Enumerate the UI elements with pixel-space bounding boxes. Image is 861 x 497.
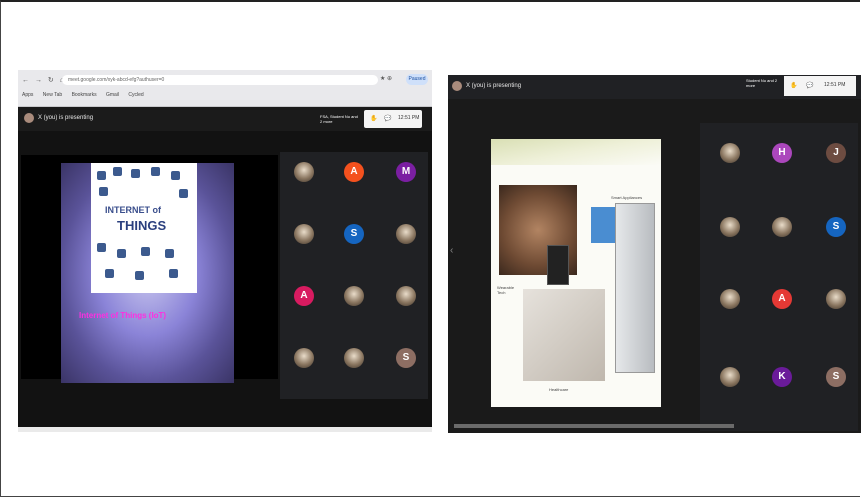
scrollbar-thumb[interactable] [454,424,734,428]
phone-icon [99,187,108,196]
iot-slide: INTERNET of THINGS Internet of Things (I… [61,163,234,383]
participant-photo-avatar[interactable] [344,286,364,306]
participant-name-chip: Student Nu and 2 more [746,78,778,88]
participant-grid: A M S A S [280,152,428,399]
tv-icon [97,243,106,252]
presenter-avatar [452,81,462,91]
participant-letter-avatar[interactable]: M [396,162,416,182]
bookmark-item[interactable]: New Tab [43,92,62,98]
bookmarks-bar: Apps New Tab Bookmarks Gmail Cycled [22,92,152,98]
participant-letter-avatar[interactable]: S [396,348,416,368]
car-icon [97,171,106,180]
slide-header-swoosh [491,139,661,165]
browser-nav-buttons[interactable]: ← → ↻ ⌂ [22,76,66,84]
plane-icon [131,169,140,178]
meeting-time: 12:51 PM [398,115,420,121]
participant-letter-avatar[interactable]: S [344,224,364,244]
bookmark-item[interactable]: Bookmarks [72,92,97,98]
participant-photo-avatar[interactable] [396,286,416,306]
participant-photo-avatar[interactable] [294,224,314,244]
participant-photo-avatar[interactable] [772,217,792,237]
horizontal-scrollbar[interactable] [454,424,734,428]
chat-icon[interactable]: 💬 [384,115,391,122]
profile-button[interactable]: Paused [406,74,428,85]
smartwatch-photo [499,185,577,285]
participant-photo-avatar[interactable] [720,289,740,309]
slide-caption: Internet of Things (IoT) [79,311,167,320]
prev-arrow-icon[interactable]: ‹ [450,245,453,256]
speaker-icon [169,269,178,278]
participant-photo-avatar[interactable] [294,162,314,182]
cart-icon [135,271,144,280]
bookmark-item[interactable]: Gmail [106,92,119,98]
camera-icon [113,167,122,176]
healthcare-label: Healthcare [549,387,569,392]
iot-applications-slide: Smart Appliances Wearable Tech Healthcar… [491,139,661,407]
bookmark-item[interactable]: Cycled [128,92,143,98]
participant-letter-avatar[interactable]: J [826,143,846,163]
iot-graphic: INTERNET of THINGS [91,163,197,293]
participant-letter-avatar[interactable]: K [772,367,792,387]
presenting-label: X (you) is presenting [38,115,94,121]
meet-top-bar: X (you) is presenting Student Nu and 2 m… [448,75,861,99]
participant-photo-avatar[interactable] [720,367,740,387]
raise-hand-icon[interactable]: ✋ [790,82,797,89]
raise-hand-icon[interactable]: ✋ [370,115,377,122]
presentation-stage: INTERNET of THINGS Internet of Things (I… [21,155,278,383]
url-action-icons[interactable]: ★ ⊕ [380,75,392,82]
building-icon [171,171,180,180]
house-icon [105,269,114,278]
meeting-time: 12:51 PM [824,82,846,88]
participant-photo-avatar[interactable] [396,224,416,244]
fridge-photo [615,203,655,373]
left-meet-window: ← → ↻ ⌂ meet.google.com/xyk-abcd-efg?aut… [18,70,432,432]
wifi-icon [179,189,188,198]
browser-chrome: ← → ↻ ⌂ meet.google.com/xyk-abcd-efg?aut… [18,70,432,107]
participant-letter-avatar[interactable]: A [344,162,364,182]
url-bar[interactable]: meet.google.com/xyk-abcd-efg?authuser=0 [62,75,378,85]
presenting-label: X (you) is presenting [466,83,522,89]
participant-photo-avatar[interactable] [720,143,740,163]
laptop-icon [165,249,174,258]
participant-photo-avatar[interactable] [344,348,364,368]
participant-letter-avatar[interactable]: S [826,217,846,237]
participant-photo-avatar[interactable] [720,217,740,237]
horizontal-scrollbar[interactable] [18,427,432,432]
participant-letter-avatar[interactable]: S [826,367,846,387]
chat-icon[interactable]: 💬 [806,82,813,89]
participant-letter-avatar[interactable]: A [772,289,792,309]
iot-title-line2: THINGS [117,218,167,233]
participant-photo-avatar[interactable] [294,348,314,368]
healthcare-photo [523,289,605,381]
participant-letter-avatar[interactable]: H [772,143,792,163]
participant-letter-avatar[interactable]: A [294,286,314,306]
meet-controls-box: ✋ 💬 12:51 PM [364,110,422,128]
participant-photo-avatar[interactable] [826,289,846,309]
bike-icon [141,247,150,256]
presenter-avatar [24,113,34,123]
participant-name-chip: FSA, Student Nu and 2 more [320,114,358,124]
right-meet-window: X (you) is presenting Student Nu and 2 m… [448,75,861,433]
wearable-label: Wearable Tech [497,285,515,295]
participant-grid: H J S A K S [700,123,858,431]
iot-title-line1: INTERNET of [105,205,161,215]
phone-icon [547,245,569,285]
bookmark-item[interactable]: Apps [22,92,33,98]
bus-icon [117,249,126,258]
smart-appliances-label: Smart Appliances [611,195,643,200]
meet-controls-box: ✋ 💬 12:51 PM [784,76,856,96]
truck-icon [151,167,160,176]
